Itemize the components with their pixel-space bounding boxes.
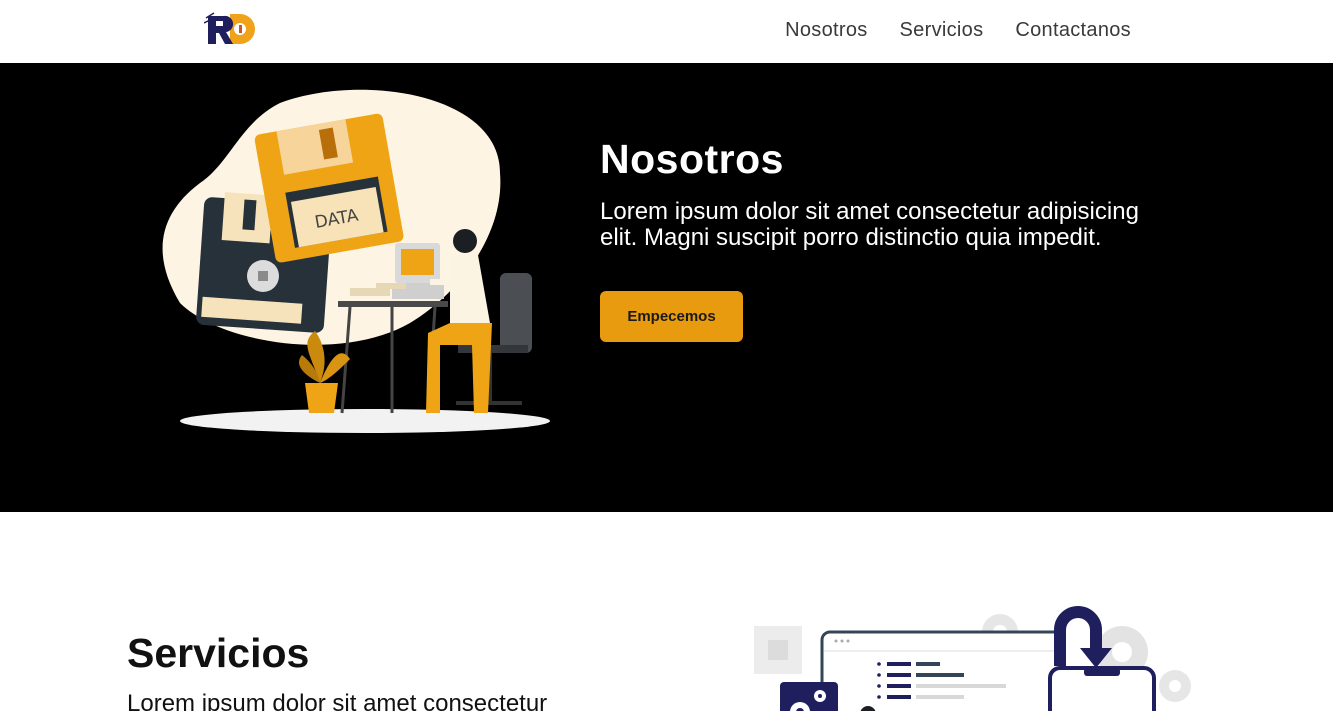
services-title: Servicios: [127, 630, 310, 676]
services-illustration: [754, 606, 1191, 711]
empecemos-button[interactable]: Empecemos: [600, 291, 743, 342]
hero-content: Nosotros Lorem ipsum dolor sit amet cons…: [600, 135, 1200, 342]
navbar: Nosotros Servicios Contactanos: [0, 0, 1333, 63]
nav-link-contactanos[interactable]: Contactanos: [1015, 19, 1131, 42]
hero-title: Nosotros: [600, 136, 784, 182]
brand-logo[interactable]: [204, 10, 260, 48]
services-description: Lorem ipsum dolor sit amet consectetur: [127, 690, 548, 711]
nav-link-servicios[interactable]: Servicios: [900, 19, 984, 42]
services-section: Servicios Lorem ipsum dolor sit amet con…: [0, 512, 1333, 711]
hero-illustration: DATA: [162, 89, 550, 433]
nav-menu: Nosotros Servicios Contactanos: [785, 19, 1131, 42]
nav-link-nosotros[interactable]: Nosotros: [785, 19, 867, 42]
hero-section: DATA Nosotros Lorem ipsum dolor sit amet…: [0, 63, 1333, 512]
hero-description: Lorem ipsum dolor sit amet consectetur a…: [600, 198, 1139, 251]
